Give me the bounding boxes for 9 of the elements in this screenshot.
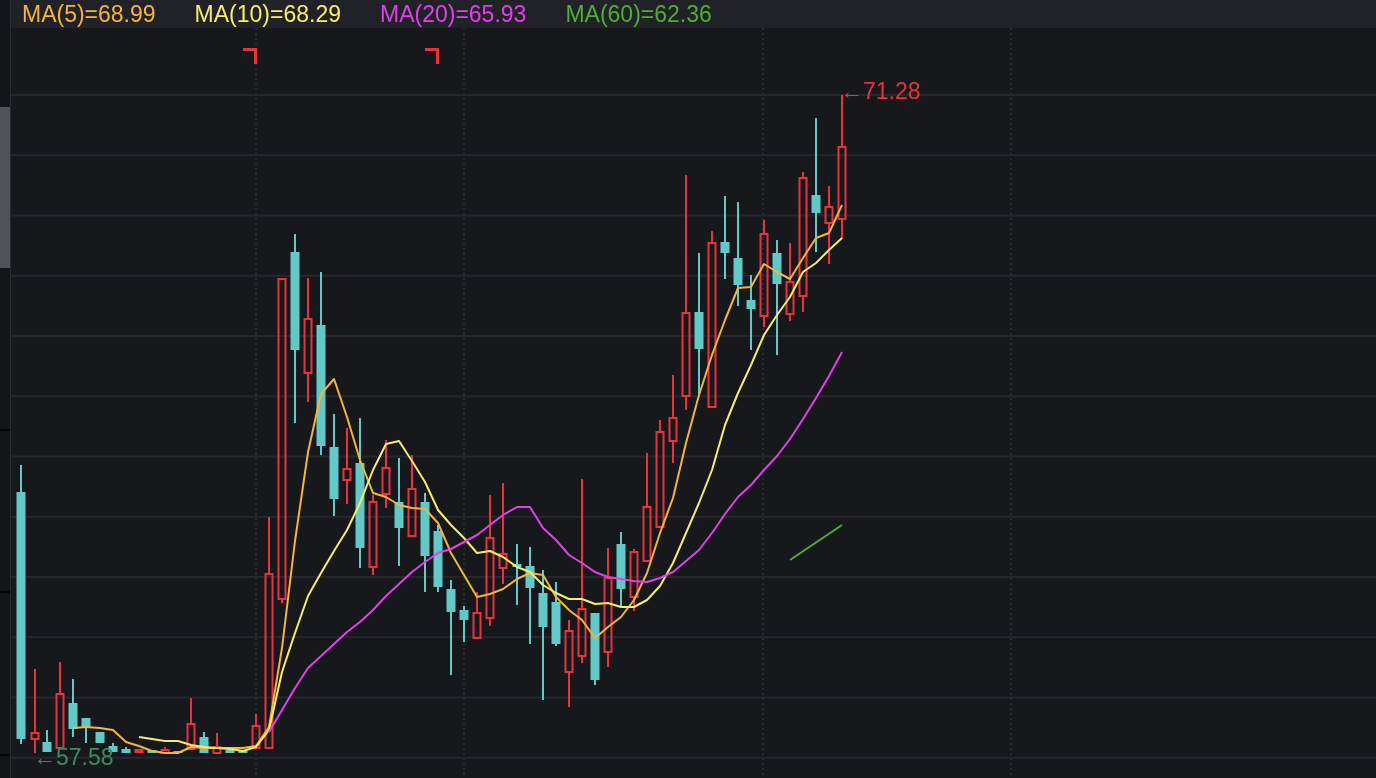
ma-legend-label: MA(20)=65.93 <box>380 0 527 28</box>
corner-mark-icon <box>425 48 439 64</box>
ma-legend-label: MA(5)=68.99 <box>22 0 156 28</box>
ma-legend-label: MA(10)=68.29 <box>194 0 341 28</box>
ma-legend-label: MA(60)=62.36 <box>565 0 712 28</box>
scrollbar-thumb[interactable] <box>0 107 10 268</box>
high-price-label: ←71.28 <box>840 78 921 104</box>
low-price-label: ←57.58 <box>33 744 114 770</box>
corner-mark-icon <box>243 48 257 64</box>
